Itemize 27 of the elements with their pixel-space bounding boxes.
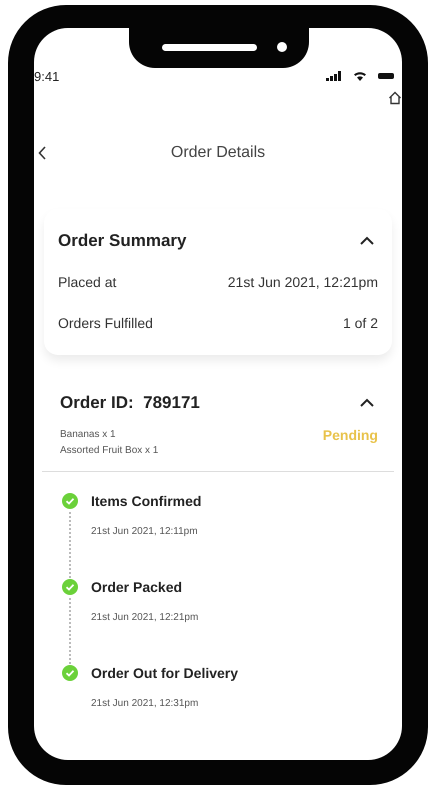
order-item: Assorted Fruit Box x 1 bbox=[60, 444, 158, 458]
wifi-icon bbox=[353, 71, 367, 81]
timeline-connector bbox=[69, 512, 71, 578]
chevron-up-icon[interactable] bbox=[359, 398, 375, 408]
step-time: 21st Jun 2021, 12:21pm bbox=[91, 612, 198, 623]
field-value: 1 of 2 bbox=[342, 314, 378, 330]
status-time: 9:41 bbox=[34, 68, 60, 84]
back-button[interactable] bbox=[38, 146, 46, 160]
step-time: 21st Jun 2021, 12:11pm bbox=[91, 526, 199, 537]
page-title: Order Details bbox=[170, 144, 266, 162]
order-status: Pending bbox=[322, 427, 378, 443]
field-value: 21st Jun 2021, 12:21pm bbox=[228, 274, 378, 290]
order-id: Order ID: 789171 bbox=[60, 393, 200, 413]
step-label: Items Confirmed bbox=[91, 492, 202, 510]
battery-icon bbox=[378, 73, 394, 79]
home-icon[interactable] bbox=[388, 91, 402, 105]
field-label: Orders Fulfilled bbox=[58, 314, 153, 330]
camera-dot bbox=[276, 42, 286, 52]
field-label: Placed at bbox=[58, 274, 116, 290]
step-label: Order Out for Delivery bbox=[91, 664, 238, 682]
signal-icon bbox=[326, 71, 342, 81]
timeline-connector bbox=[69, 598, 71, 664]
section-title: Order Summary bbox=[58, 231, 186, 251]
order-item: Bananas x 1 bbox=[60, 428, 117, 442]
step-time: 21st Jun 2021, 12:31pm bbox=[91, 698, 200, 709]
chevron-up-icon[interactable] bbox=[359, 236, 375, 246]
step-label: Order Packed bbox=[91, 578, 184, 596]
